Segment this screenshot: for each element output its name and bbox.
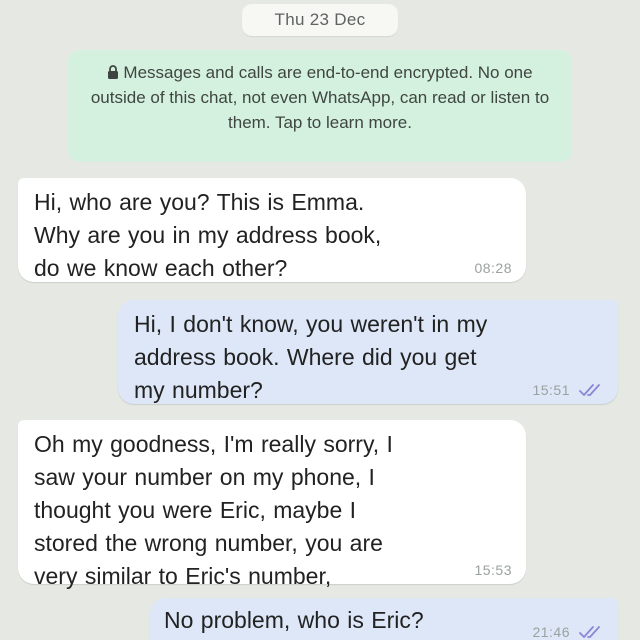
lock-icon [108, 65, 119, 79]
message-line: address book. Where did you get [134, 344, 477, 370]
message-meta: 15:51 [532, 382, 604, 398]
message-meta: 15:53 [474, 562, 512, 578]
message-line: Hi, I don't know, you weren't in my [134, 311, 488, 337]
message-line: Why are you in my address book, [34, 222, 382, 248]
message-line: do we know each other? [34, 255, 288, 281]
message-line: saw your number on my phone, I [34, 464, 375, 490]
encryption-notice[interactable]: Messages and calls are end-to-end encryp… [68, 50, 572, 162]
message-bubble-outgoing[interactable]: No problem, who is Eric? 21:46 [150, 598, 618, 640]
double-check-read-icon [579, 626, 600, 638]
date-separator: Thu 23 Dec [242, 4, 398, 36]
message-line: Hi, who are you? This is Emma. [34, 189, 365, 215]
message-line: very similar to Eric's number, [34, 563, 332, 589]
message-line: thought you were Eric, maybe I [34, 497, 357, 523]
message-time: 08:28 [474, 260, 512, 276]
message-meta: 21:46 [532, 624, 604, 640]
message-line: Oh my goodness, I'm really sorry, I [34, 431, 393, 457]
date-label: Thu 23 Dec [274, 10, 366, 29]
message-meta: 08:28 [474, 260, 512, 276]
message-line: stored the wrong number, you are [34, 530, 383, 556]
message-bubble-outgoing[interactable]: Hi, I don't know, you weren't in my addr… [118, 300, 618, 404]
message-bubble-incoming[interactable]: Oh my goodness, I'm really sorry, I saw … [18, 420, 526, 589]
encryption-notice-text: Messages and calls are end-to-end encryp… [90, 63, 550, 132]
double-check-read-icon [579, 384, 600, 396]
message-time: 15:53 [474, 562, 512, 578]
message-time: 21:46 [532, 624, 570, 640]
message-bubble-incoming[interactable]: Hi, who are you? This is Emma. Why are y… [18, 178, 526, 282]
chat-conversation[interactable]: Thu 23 Dec Messages and calls are end-to… [0, 0, 640, 640]
message-time: 15:51 [532, 382, 570, 398]
